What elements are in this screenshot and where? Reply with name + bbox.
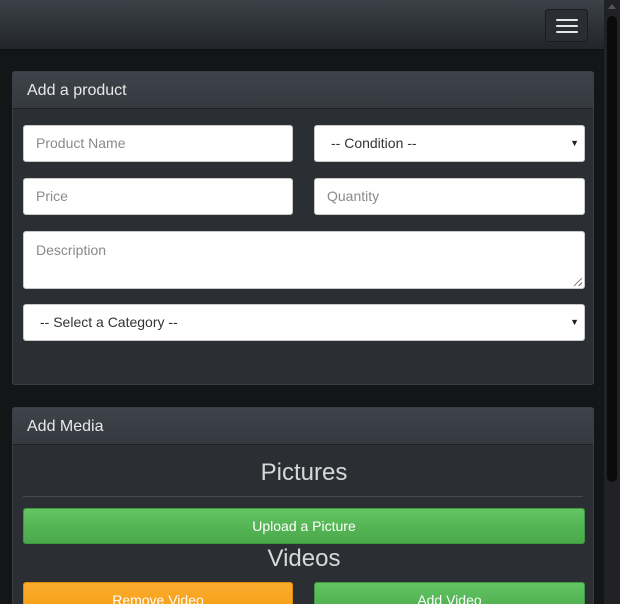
nav-toggle-button[interactable] [545, 9, 588, 42]
category-select-value: -- Select a Category -- [40, 314, 178, 330]
quantity-placeholder: Quantity [327, 188, 380, 204]
product-name-placeholder: Product Name [36, 135, 126, 151]
scrollbar-thumb[interactable] [607, 16, 617, 482]
triangle-down-icon: ▼ [570, 317, 579, 327]
condition-select[interactable]: -- Condition -- ▼ [314, 125, 585, 162]
add-product-panel: Add a product Product Name -- Condition … [12, 71, 594, 385]
scrollbar[interactable] [604, 0, 620, 604]
quantity-input[interactable]: Quantity [314, 178, 585, 215]
pictures-title: Pictures [260, 459, 348, 486]
category-select[interactable]: -- Select a Category -- ▼ [23, 304, 585, 341]
description-textarea[interactable]: Description [23, 231, 585, 289]
upload-picture-button[interactable]: Upload a Picture [23, 508, 585, 544]
add-video-button[interactable]: Add Video [314, 582, 585, 604]
condition-select-value: -- Condition -- [331, 135, 417, 151]
product-name-input[interactable]: Product Name [23, 125, 293, 162]
navbar [0, 0, 604, 50]
description-placeholder: Description [36, 242, 107, 258]
add-media-panel: Add Media Pictures Upload a Picture Vide… [12, 407, 594, 604]
resize-grip-icon[interactable] [574, 278, 582, 286]
remove-video-button[interactable]: Remove Video [23, 582, 293, 604]
triangle-down-icon: ▼ [570, 138, 579, 148]
price-input[interactable]: Price [23, 178, 293, 215]
price-placeholder: Price [36, 188, 68, 204]
divider [23, 496, 583, 497]
panel-title: Add Media [13, 408, 593, 445]
scroll-up-arrow-icon[interactable] [608, 4, 616, 9]
videos-title: Videos [267, 545, 341, 572]
panel-title: Add a product [13, 72, 593, 109]
page: Add a product Product Name -- Condition … [0, 0, 604, 604]
